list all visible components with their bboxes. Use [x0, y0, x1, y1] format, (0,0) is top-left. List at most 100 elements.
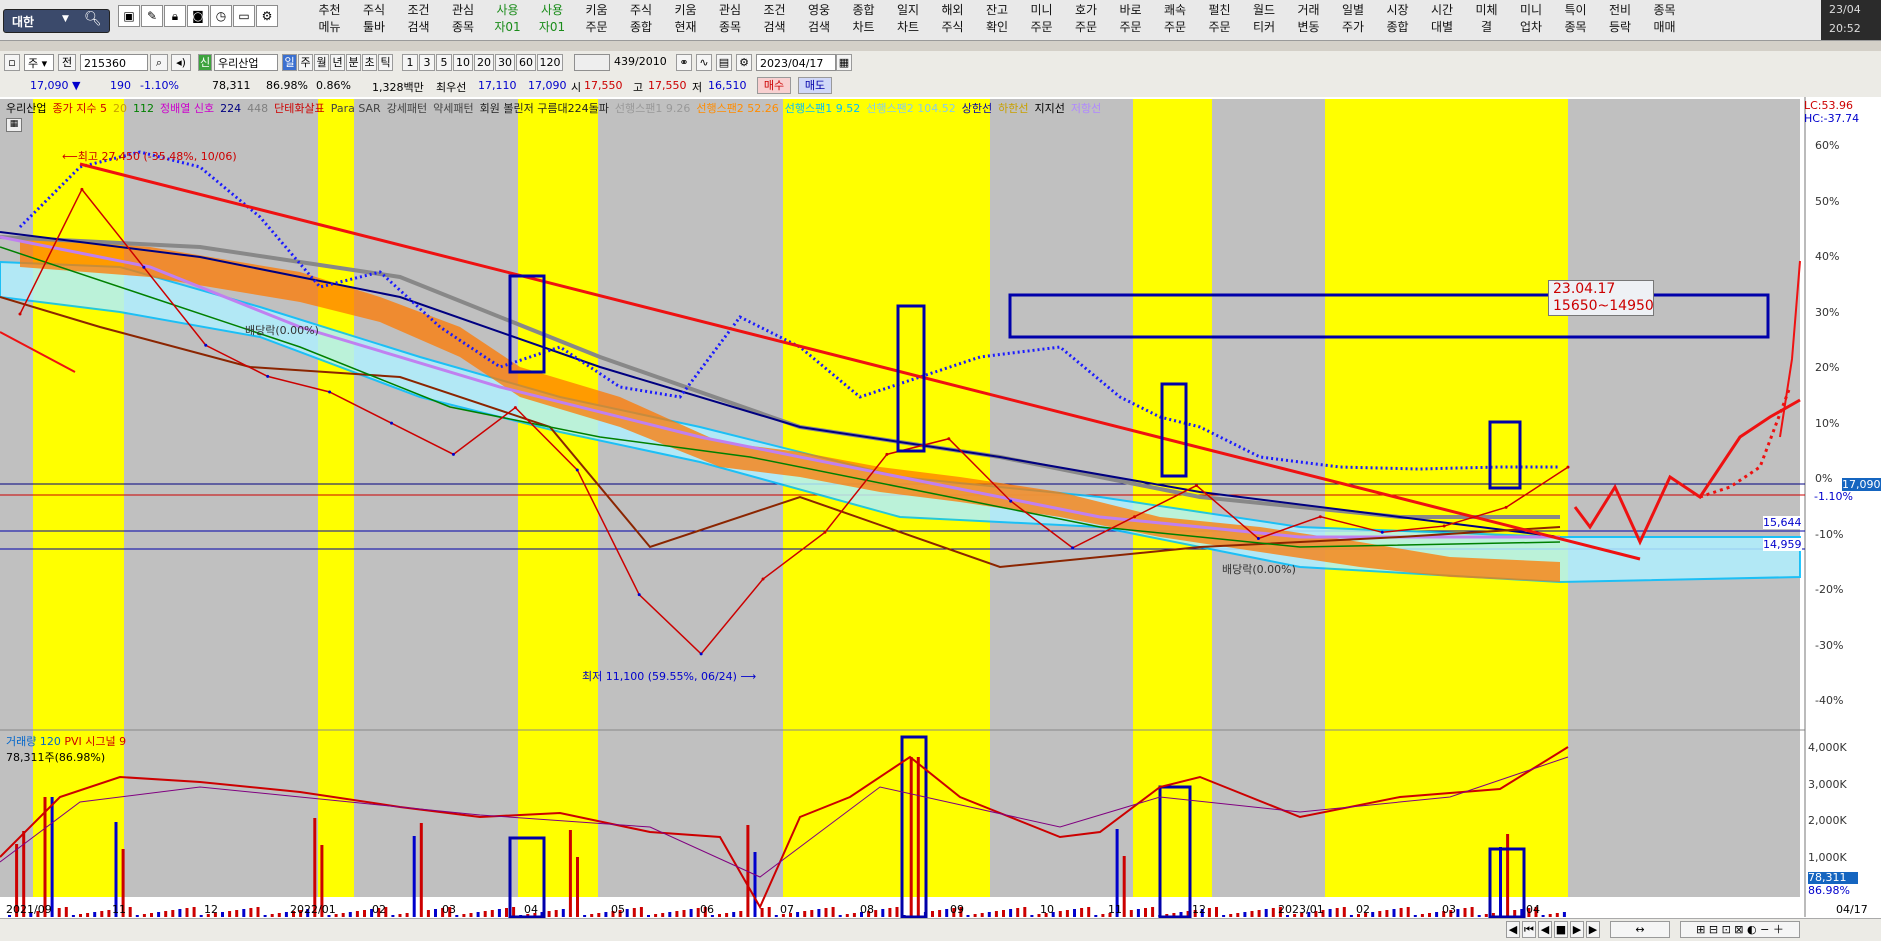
menu-item-16[interactable]: 미니 주문: [1020, 2, 1063, 38]
interval-button-7[interactable]: 120: [537, 54, 563, 71]
period-button-3[interactable]: 년: [330, 54, 345, 71]
mode-select[interactable]: 주 ▾: [24, 54, 54, 71]
menu-item-19[interactable]: 쾌속 주문: [1154, 2, 1197, 38]
calendar-icon[interactable]: ▦: [836, 54, 852, 71]
menu-item-1[interactable]: 주식 툴바: [353, 2, 396, 38]
search-icon[interactable]: ⌕: [150, 54, 168, 71]
date-input[interactable]: 2023/04/17: [756, 54, 836, 71]
menu-item-8[interactable]: 키움 현재: [664, 2, 707, 38]
legend-item-6[interactable]: 448: [247, 102, 268, 115]
interval-button-5[interactable]: 30: [495, 54, 515, 71]
stock-code-input[interactable]: 215360: [80, 54, 148, 71]
bar-count[interactable]: 439/2010: [614, 55, 667, 68]
list-icon[interactable]: ▤: [716, 54, 732, 71]
legend-item-8[interactable]: Para SAR: [331, 102, 381, 115]
interval-button-0[interactable]: 1: [402, 54, 418, 71]
interval-button-2[interactable]: 5: [436, 54, 452, 71]
menu-item-12[interactable]: 종합 차트: [842, 2, 885, 38]
sell-button[interactable]: 매도: [798, 77, 832, 94]
interval-input[interactable]: [574, 54, 610, 71]
rewind-icon[interactable]: ⏮: [1522, 921, 1536, 938]
clock-icon[interactable]: ◷: [210, 5, 232, 27]
legend-item-5[interactable]: 224: [220, 102, 241, 115]
legend-item-7[interactable]: 단테화살표: [274, 102, 325, 115]
menu-item-27[interactable]: 미니 업차: [1510, 2, 1553, 38]
menu-item-6[interactable]: 키움 주문: [575, 2, 618, 38]
menu-item-22[interactable]: 거래 변동: [1287, 2, 1330, 38]
menu-item-24[interactable]: 시장 종합: [1376, 2, 1419, 38]
menu-item-2[interactable]: 조건 검색: [397, 2, 440, 38]
scroll-left-icon[interactable]: ◀: [1506, 921, 1520, 938]
interval-button-1[interactable]: 3: [419, 54, 435, 71]
search-icon[interactable]: 🔍︎: [84, 11, 102, 27]
menu-item-5[interactable]: 사용 자01: [531, 2, 574, 38]
legend-item-12[interactable]: 선행스팬1 9.26: [615, 102, 690, 115]
menu-item-14[interactable]: 해외 주식: [931, 2, 974, 38]
period-button-1[interactable]: 주: [298, 54, 313, 71]
legend-item-10[interactable]: 약세패턴: [433, 102, 473, 115]
lock-icon[interactable]: 🔒︎: [164, 5, 186, 27]
legend-item-15[interactable]: 선행스팬2 104.52: [866, 102, 955, 115]
price-chart[interactable]: [0, 97, 1881, 940]
gear-icon[interactable]: ⚙: [736, 54, 752, 71]
window-icon[interactable]: ▫: [4, 54, 20, 71]
screen-icon[interactable]: ▭: [233, 5, 255, 27]
chart-type-icon[interactable]: ∿: [696, 54, 712, 71]
legend-item-0[interactable]: 우리산업: [6, 102, 46, 115]
camera-icon[interactable]: ◙: [187, 5, 209, 27]
interval-button-6[interactable]: 60: [516, 54, 536, 71]
grid-icon[interactable]: ▦: [6, 118, 22, 132]
menu-item-17[interactable]: 호가 주문: [1065, 2, 1108, 38]
legend-item-3[interactable]: 112: [133, 102, 154, 115]
interval-button-3[interactable]: 10: [453, 54, 473, 71]
legend-item-18[interactable]: 지지선: [1034, 102, 1064, 115]
menu-item-9[interactable]: 관심 종목: [709, 2, 752, 38]
menu-item-10[interactable]: 조건 검색: [753, 2, 796, 38]
speaker-icon[interactable]: ◂): [171, 54, 191, 71]
play-icon[interactable]: ▶: [1570, 921, 1584, 938]
legend-item-16[interactable]: 상한선: [962, 102, 992, 115]
legend-item-1[interactable]: 종가 지수 5: [52, 102, 106, 115]
legend-item-13[interactable]: 선행스팬2 52.26: [696, 102, 778, 115]
menu-item-28[interactable]: 특이 종목: [1554, 2, 1597, 38]
legend-item-19[interactable]: 저항선: [1071, 102, 1101, 115]
interval-button-4[interactable]: 20: [474, 54, 494, 71]
stock-name-field[interactable]: 우리산업: [214, 54, 278, 71]
menu-item-13[interactable]: 일지 차트: [887, 2, 930, 38]
menu-item-11[interactable]: 영웅 검색: [798, 2, 841, 38]
period-button-5[interactable]: 초: [362, 54, 377, 71]
menu-item-23[interactable]: 일별 주가: [1332, 2, 1375, 38]
period-button-2[interactable]: 월: [314, 54, 329, 71]
save-icon[interactable]: ▣: [118, 5, 140, 27]
play-back-icon[interactable]: ◀: [1538, 921, 1552, 938]
legend-item-4[interactable]: 정배열 신호: [160, 102, 214, 115]
zoom-slider[interactable]: ↔: [1610, 921, 1670, 938]
menu-item-30[interactable]: 종목 매매: [1643, 2, 1686, 38]
legend-item-17[interactable]: 하한선: [998, 102, 1028, 115]
gear-icon[interactable]: ⚙: [256, 5, 278, 27]
view-tools[interactable]: ⊞ ⊟ ⊡ ⊠ ◐ − ＋: [1680, 921, 1800, 938]
menu-item-25[interactable]: 시간 대별: [1421, 2, 1464, 38]
menu-item-18[interactable]: 바로 주문: [1109, 2, 1152, 38]
menu-item-26[interactable]: 미체 결: [1465, 2, 1508, 38]
scroll-right-icon[interactable]: ▶: [1586, 921, 1600, 938]
legend-item-9[interactable]: 강세패턴: [387, 102, 427, 115]
period-button-4[interactable]: 분: [346, 54, 361, 71]
scroll-bar[interactable]: ◀ ⏮ ◀ ■ ▶ ▶ ↔ ⊞ ⊟ ⊡ ⊠ ◐ − ＋: [0, 918, 1881, 941]
legend-item-11[interactable]: 회원 볼린저 구름대224돌파: [480, 102, 609, 115]
menu-item-0[interactable]: 추천 메뉴: [308, 2, 351, 38]
menu-item-29[interactable]: 전비 등락: [1599, 2, 1642, 38]
menu-item-4[interactable]: 사용 자01: [486, 2, 529, 38]
legend-item-2[interactable]: 20: [113, 102, 127, 115]
menu-item-7[interactable]: 주식 종합: [620, 2, 663, 38]
legend-item-14[interactable]: 선행스팬1 9.52: [785, 102, 860, 115]
menu-item-20[interactable]: 펄친 주문: [1198, 2, 1241, 38]
buy-button[interactable]: 매수: [757, 77, 791, 94]
mode2-button[interactable]: 전: [58, 54, 76, 71]
menu-item-15[interactable]: 잔고 확인: [976, 2, 1019, 38]
link-icon[interactable]: ⚭: [676, 54, 692, 71]
menu-item-21[interactable]: 월드 티커: [1243, 2, 1286, 38]
stop-icon[interactable]: ■: [1554, 921, 1568, 938]
chart-area[interactable]: [0, 97, 1881, 940]
account-selector[interactable]: 대한 ▼ 🔍︎: [3, 9, 110, 33]
